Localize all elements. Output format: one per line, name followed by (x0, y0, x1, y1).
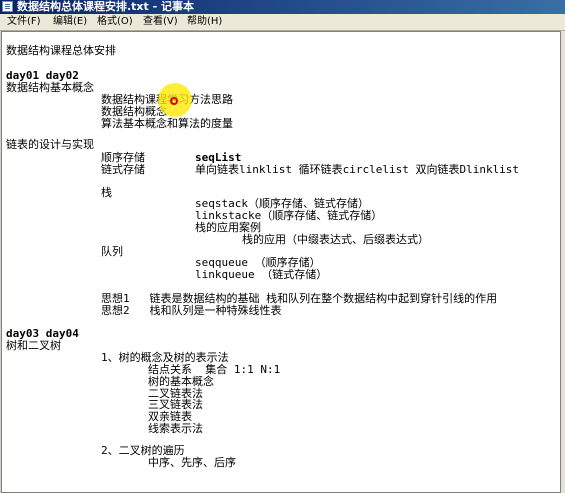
doc-line: 链表的设计与实现 (6, 138, 94, 151)
notepad-window: 数据结构总体课程安排.txt - 记事本 文件(F) 编辑(E) 格式(O) 查… (0, 0, 565, 493)
doc-line: 队列 (101, 245, 123, 258)
menu-help[interactable]: 帮助(H) (187, 14, 222, 30)
title-bar[interactable]: 数据结构总体课程安排.txt - 记事本 (0, 0, 565, 14)
notepad-icon (2, 1, 13, 12)
doc-line: 中序、先序、后序 (148, 456, 236, 469)
window-edge (561, 31, 565, 493)
doc-line: 数据结构基本概念 (6, 81, 94, 94)
window-title: 数据结构总体课程安排.txt - 记事本 (17, 0, 195, 13)
doc-line: 链式存储 (101, 163, 145, 176)
doc-line: 思想2 栈和队列是一种特殊线性表 (101, 304, 282, 317)
menu-format[interactable]: 格式(O) (97, 14, 133, 30)
text-editor[interactable]: 数据结构课程总体安排 day01 day02 数据结构基本概念 数据结构课程学习… (1, 31, 561, 493)
menu-edit[interactable]: 编辑(E) (53, 14, 87, 30)
menu-bar: 文件(F) 编辑(E) 格式(O) 查看(V) 帮助(H) (0, 14, 565, 31)
doc-line: 树和二叉树 (6, 339, 61, 352)
doc-line: 栈 (101, 186, 112, 199)
doc-line: 单向链表linklist 循环链表circlelist 双向链表Dlinklis… (195, 163, 520, 176)
doc-line: 数据结构课程总体安排 (6, 44, 116, 57)
doc-line: 线索表示法 (148, 422, 203, 435)
doc-line: 算法基本概念和算法的度量 (101, 117, 233, 130)
menu-view[interactable]: 查看(V) (143, 14, 178, 30)
menu-file[interactable]: 文件(F) (7, 14, 41, 30)
doc-line: linkqueue （链式存储） (195, 268, 328, 281)
doc-line: 栈的应用（中缀表达式、后缀表达式） (242, 233, 429, 246)
mouse-cursor-icon (170, 97, 178, 105)
